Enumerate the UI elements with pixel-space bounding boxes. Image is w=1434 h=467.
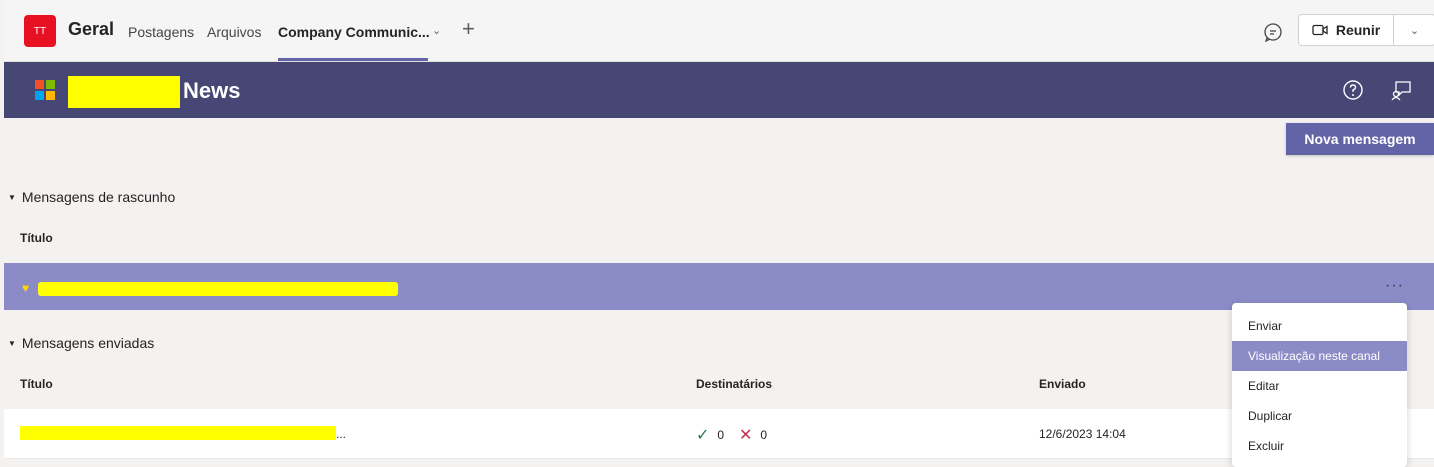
menu-item-delete[interactable]: Excluir bbox=[1232, 431, 1407, 461]
failure-stat: ✕ 0 bbox=[739, 425, 767, 445]
failure-count: 0 bbox=[760, 428, 768, 442]
sent-section-label: Mensagens enviadas bbox=[21, 335, 155, 351]
meet-button[interactable]: Reunir bbox=[1299, 15, 1393, 45]
team-name: Geral bbox=[68, 19, 115, 39]
redacted-logo bbox=[68, 76, 180, 108]
help-icon[interactable] bbox=[1342, 79, 1364, 101]
success-count: 0 bbox=[717, 428, 725, 442]
heart-icon: ♥ bbox=[22, 281, 30, 295]
conversation-icon[interactable] bbox=[1262, 21, 1284, 43]
video-camera-icon bbox=[1312, 24, 1328, 36]
feedback-icon[interactable] bbox=[1390, 79, 1412, 101]
tab-postagens[interactable]: Postagens bbox=[128, 24, 194, 40]
app-title: News bbox=[183, 78, 241, 103]
recipients-header: Destinatários bbox=[696, 377, 773, 391]
sent-date-header: Enviado bbox=[1039, 377, 1086, 391]
microsoft-logo-icon bbox=[35, 80, 55, 100]
app-header: News bbox=[4, 62, 1434, 118]
tab-company-communicator[interactable]: Company Communic... bbox=[278, 24, 430, 40]
meet-label: Reunir bbox=[1335, 22, 1381, 38]
sent-title-header: Título bbox=[20, 377, 53, 391]
sent-message-row[interactable]: ... ✓ 0 ✕ 0 12/6/2023 14:04 bbox=[4, 409, 1434, 459]
close-icon: ✕ bbox=[739, 427, 753, 444]
drafts-section-label: Mensagens de rascunho bbox=[21, 189, 176, 205]
meet-button-group: Reunir ⌄ bbox=[1298, 14, 1434, 46]
drafts-title-header: Título bbox=[20, 231, 53, 245]
menu-item-send[interactable]: Enviar bbox=[1232, 311, 1407, 341]
new-message-button[interactable]: Nova mensagem bbox=[1286, 123, 1434, 155]
redacted-title bbox=[20, 426, 336, 440]
add-tab-icon[interactable]: + bbox=[462, 16, 475, 42]
menu-item-duplicate[interactable]: Duplicar bbox=[1232, 401, 1407, 431]
tab-arquivos[interactable]: Arquivos bbox=[207, 24, 261, 40]
chevron-down-icon[interactable]: ⌄ bbox=[432, 24, 441, 37]
context-menu: Enviar Visualização neste canal Editar D… bbox=[1232, 303, 1407, 467]
draft-message-row[interactable]: ♥ ··· bbox=[4, 263, 1434, 310]
menu-item-edit[interactable]: Editar bbox=[1232, 371, 1407, 401]
success-stat: ✓ 0 bbox=[696, 425, 724, 445]
meet-options-chevron-icon[interactable]: ⌄ bbox=[1394, 15, 1434, 45]
redacted-title bbox=[38, 282, 398, 296]
sent-date: 12/6/2023 14:04 bbox=[1039, 427, 1126, 441]
caret-down-icon: ▼ bbox=[8, 338, 16, 348]
team-avatar[interactable]: TT bbox=[24, 15, 56, 47]
active-tab-indicator bbox=[278, 58, 428, 61]
menu-item-preview-in-channel[interactable]: Visualização neste canal bbox=[1232, 341, 1407, 371]
more-options-icon[interactable]: ··· bbox=[1385, 277, 1404, 295]
drafts-section-toggle[interactable]: ▼ Mensagens de rascunho bbox=[8, 189, 175, 205]
channel-header: TT Geral Postagens Arquivos Company Comm… bbox=[4, 0, 1434, 62]
title-ellipsis: ... bbox=[336, 427, 347, 441]
caret-down-icon: ▼ bbox=[8, 192, 16, 202]
sent-section-toggle[interactable]: ▼ Mensagens enviadas bbox=[8, 335, 154, 351]
check-icon: ✓ bbox=[696, 427, 710, 444]
